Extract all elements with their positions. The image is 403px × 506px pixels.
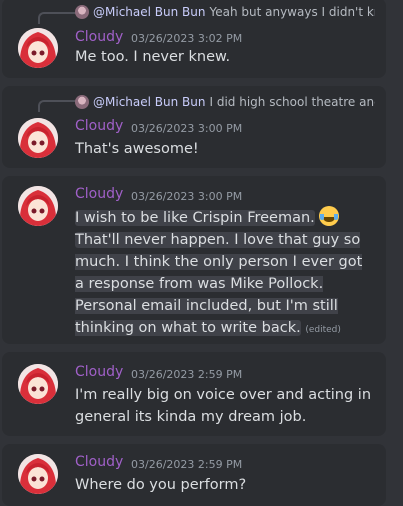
reply-text: Yeah but anyways I didn't know that bbox=[209, 5, 375, 19]
timestamp: 03/26/2023 2:59 PM bbox=[131, 368, 243, 381]
username[interactable]: Cloudy bbox=[75, 186, 123, 202]
reply-text: I did high school theatre and bbox=[209, 95, 375, 109]
avatar[interactable] bbox=[18, 28, 58, 68]
message-text: Me too. I never knew. bbox=[75, 49, 231, 65]
username[interactable]: Cloudy bbox=[75, 118, 123, 134]
message-1[interactable]: @Michael Bun Bun Yeah but anyways I didn… bbox=[2, 0, 386, 78]
avatar[interactable] bbox=[18, 186, 58, 226]
edited-label: (edited) bbox=[305, 325, 341, 335]
message-3[interactable]: Cloudy 03/26/2023 3:00 PM I wish to be l… bbox=[2, 176, 386, 344]
reply-preview[interactable]: @Michael Bun Bun Yeah but anyways I didn… bbox=[75, 4, 375, 20]
message-5[interactable]: Cloudy 03/26/2023 2:59 PM Where do you p… bbox=[2, 444, 386, 506]
timestamp: 03/26/2023 3:02 PM bbox=[131, 32, 243, 45]
username[interactable]: Cloudy bbox=[75, 364, 123, 380]
laughing-tears-emoji-icon bbox=[319, 206, 340, 226]
message-2[interactable]: @Michael Bun Bun I did high school theat… bbox=[2, 86, 386, 168]
avatar[interactable] bbox=[18, 364, 58, 404]
reply-connector bbox=[38, 12, 76, 24]
message-text: I wish to be like Crispin Freeman. That'… bbox=[75, 206, 375, 341]
reply-mention[interactable]: @Michael Bun Bun bbox=[93, 5, 205, 19]
avatar[interactable] bbox=[18, 454, 58, 494]
username[interactable]: Cloudy bbox=[75, 454, 123, 470]
username[interactable]: Cloudy bbox=[75, 29, 123, 45]
reply-mention[interactable]: @Michael Bun Bun bbox=[93, 95, 205, 109]
reply-avatar bbox=[75, 5, 89, 19]
message-text-part1: I wish to be like Crispin Freeman. bbox=[75, 210, 315, 226]
message-text: I'm really big on voice over and acting … bbox=[75, 387, 372, 425]
avatar[interactable] bbox=[18, 118, 58, 158]
reply-preview[interactable]: @Michael Bun Bun I did high school theat… bbox=[75, 94, 375, 110]
reply-avatar bbox=[75, 95, 89, 109]
message-text: That's awesome! bbox=[75, 141, 199, 157]
message-text: Where do you perform? bbox=[75, 477, 247, 493]
message-text-part2: That'll never happen. I love that guy so… bbox=[75, 232, 363, 336]
timestamp: 03/26/2023 3:00 PM bbox=[131, 190, 243, 203]
message-4[interactable]: Cloudy 03/26/2023 2:59 PM I'm really big… bbox=[2, 352, 386, 436]
timestamp: 03/26/2023 2:59 PM bbox=[131, 458, 243, 471]
timestamp: 03/26/2023 3:00 PM bbox=[131, 122, 243, 135]
reply-connector bbox=[38, 100, 76, 112]
